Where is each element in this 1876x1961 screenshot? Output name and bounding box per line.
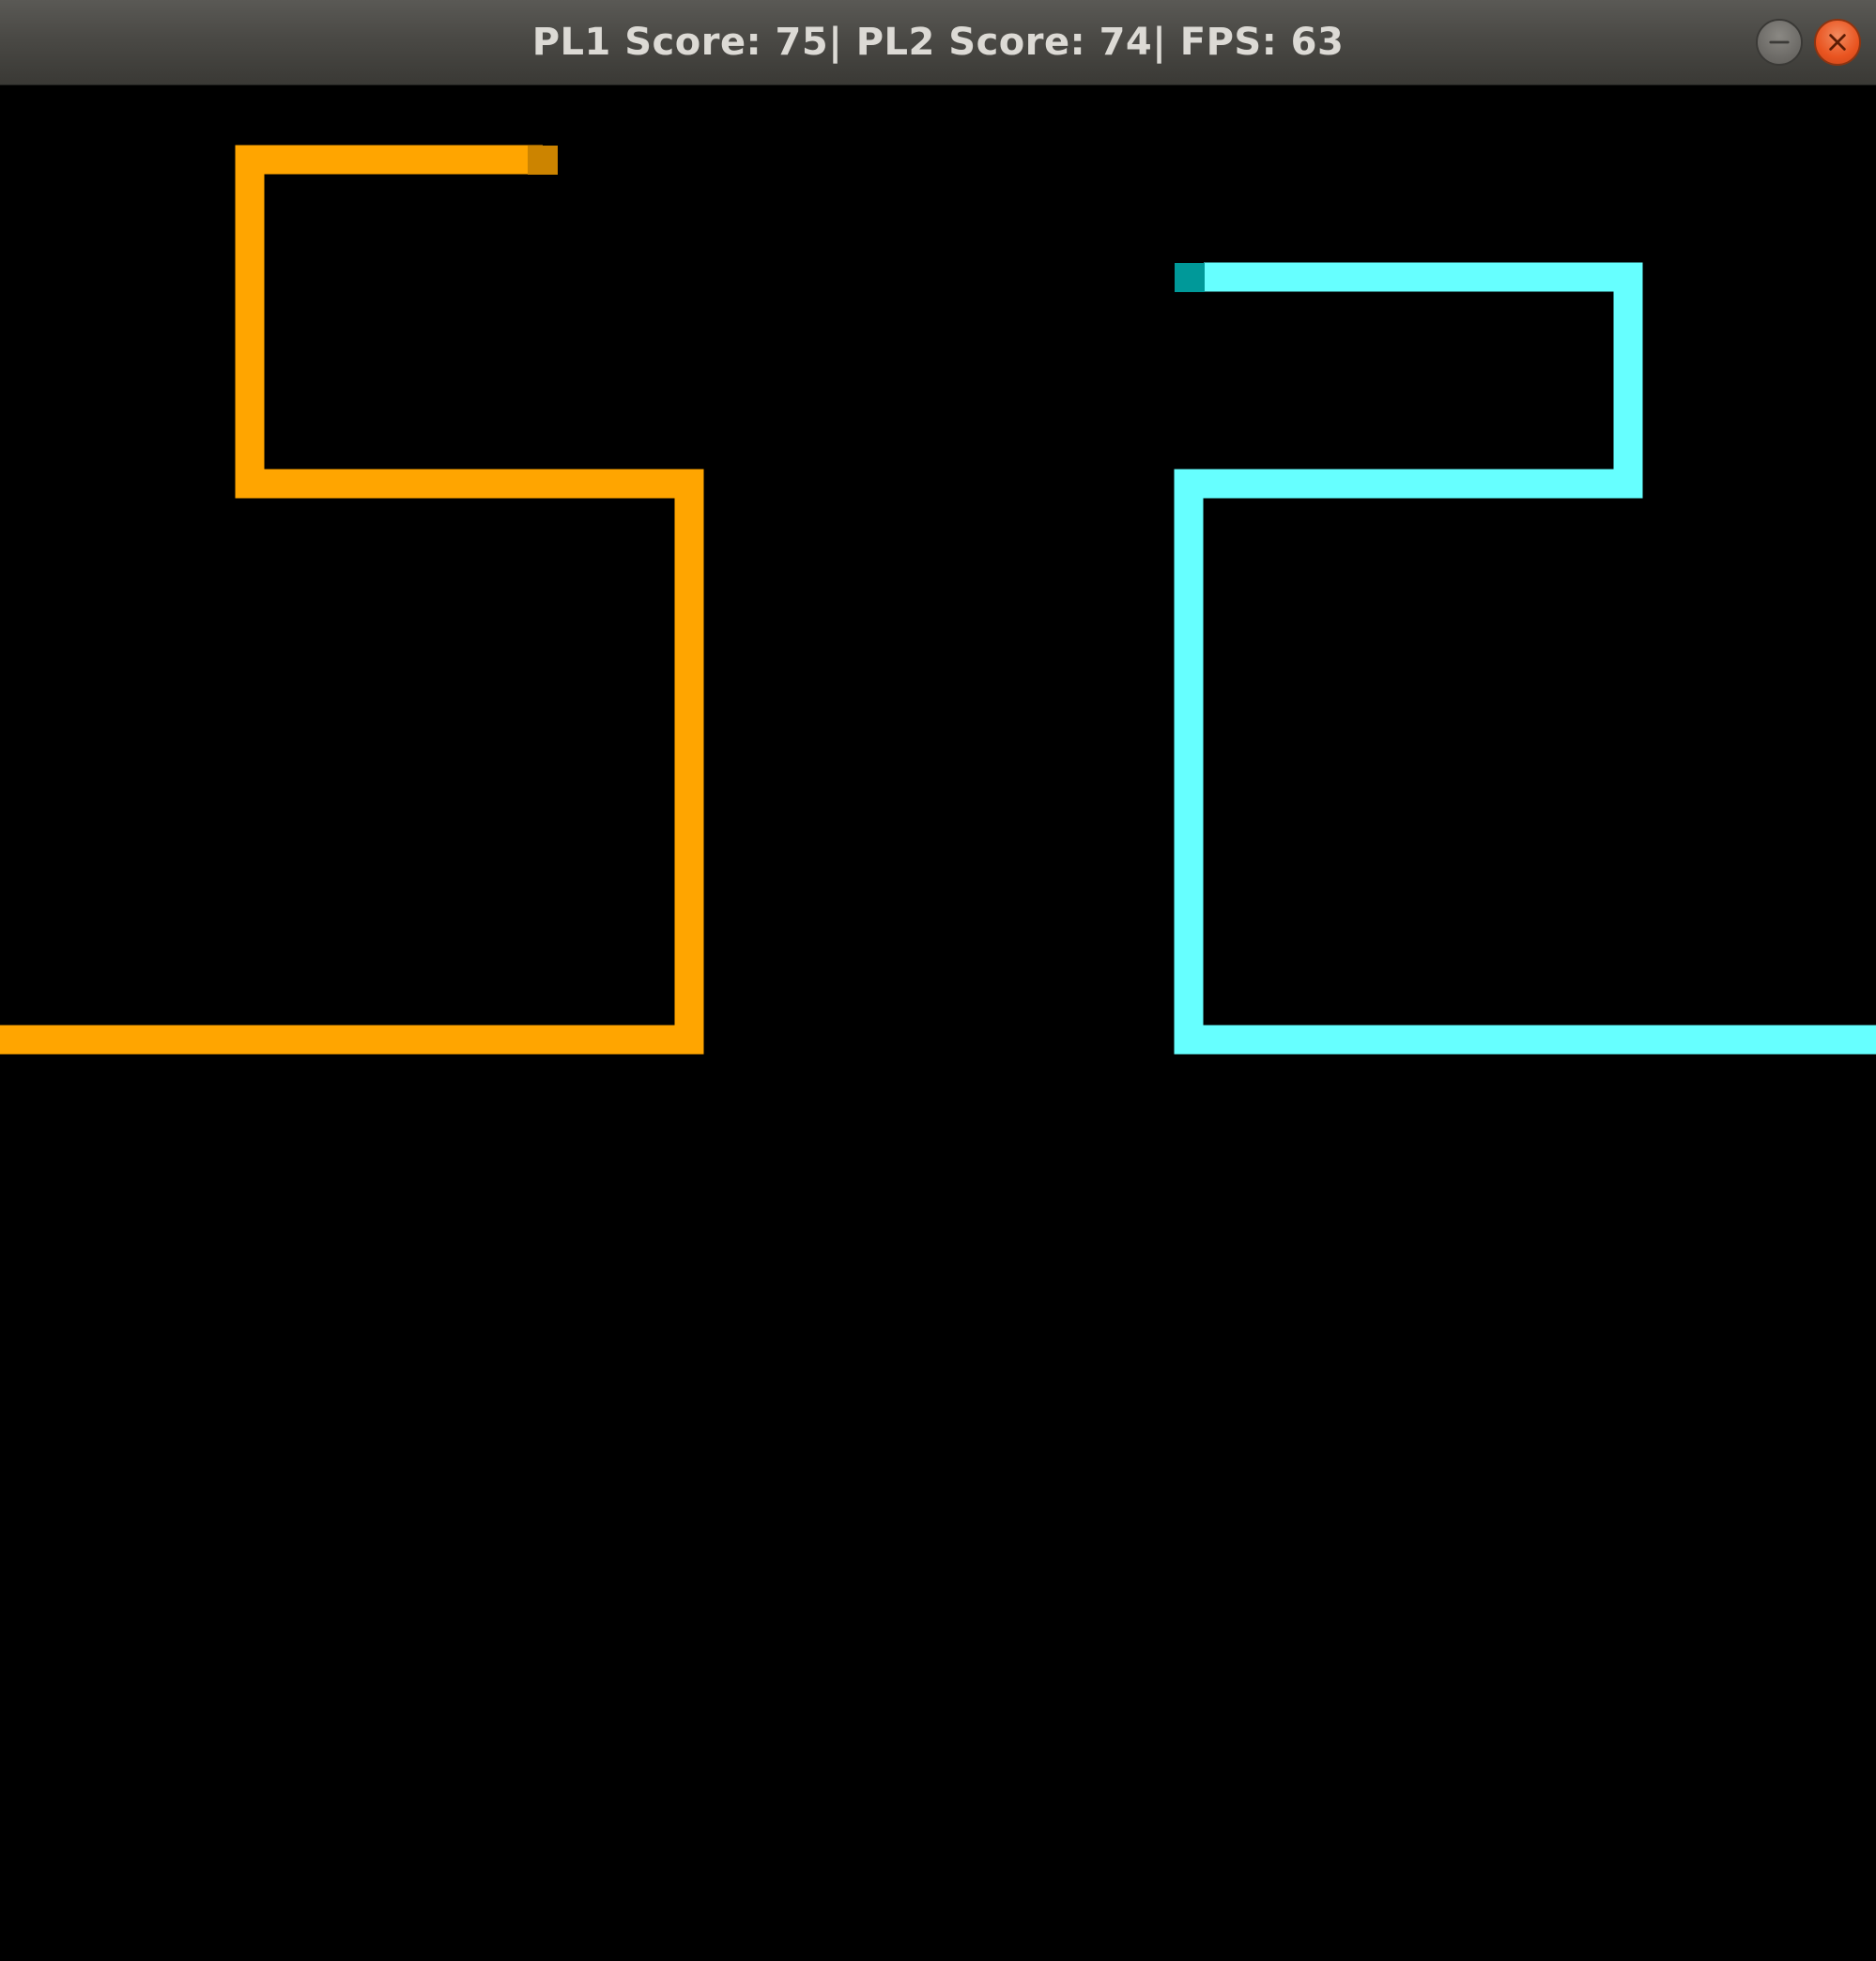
pl2-trail <box>1174 262 1876 1055</box>
pl1-trail-path <box>0 145 704 1055</box>
pl1-head <box>528 146 558 175</box>
minimize-icon <box>1769 40 1790 44</box>
close-icon <box>1829 34 1846 51</box>
pl2-trail-path <box>1174 262 1876 1055</box>
arena-canvas <box>0 145 1876 1055</box>
game-playfield[interactable] <box>0 85 1876 1961</box>
window-title: PL1 Score: 75| PL2 Score: 74| FPS: 63 <box>531 21 1345 64</box>
game-window: PL1 Score: 75| PL2 Score: 74| FPS: 63 <box>0 0 1876 1961</box>
pl2-head <box>1175 263 1205 292</box>
minimize-button[interactable] <box>1756 19 1803 66</box>
pl1-trail <box>0 145 704 1055</box>
title-bar[interactable]: PL1 Score: 75| PL2 Score: 74| FPS: 63 <box>0 0 1876 85</box>
close-button[interactable] <box>1814 19 1861 66</box>
